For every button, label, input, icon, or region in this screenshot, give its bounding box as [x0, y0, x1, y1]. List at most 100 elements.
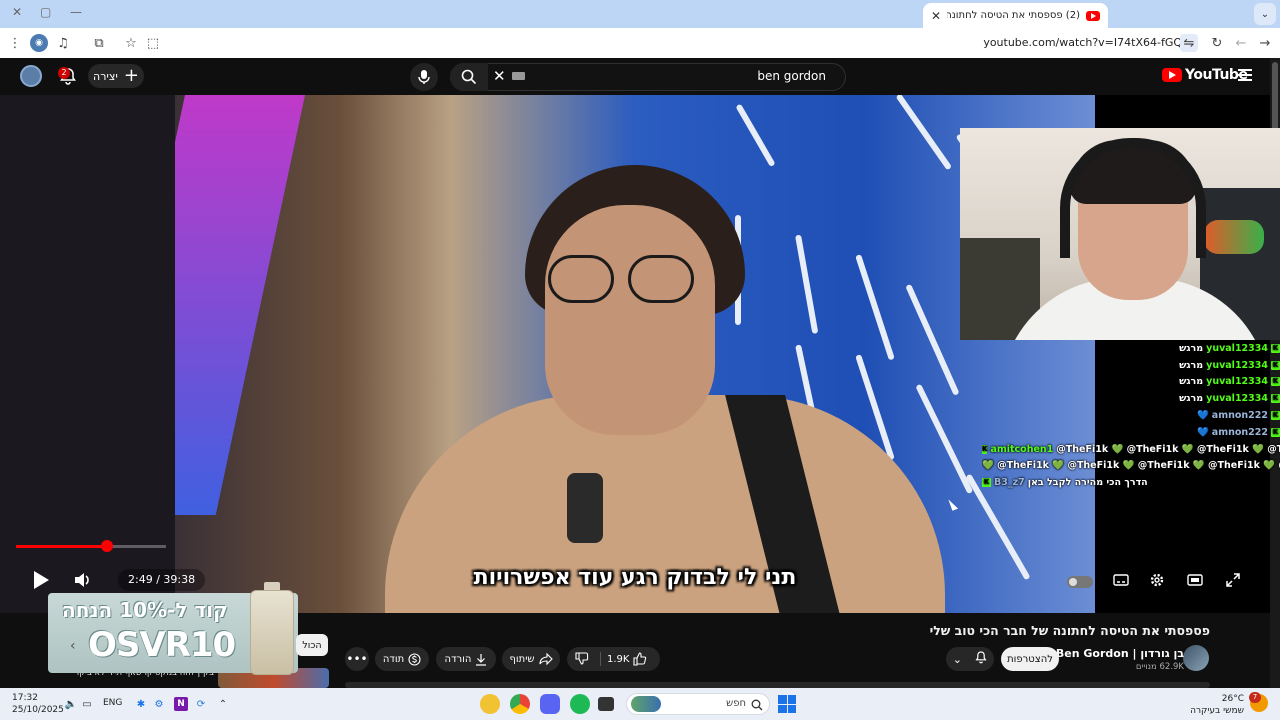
divider: [600, 652, 601, 666]
dislike-button[interactable]: [575, 651, 595, 667]
keyboard-icon[interactable]: [512, 72, 525, 80]
chat-text: הדרך הכי מהירה לקבל באן: [1027, 477, 1148, 489]
clear-search-icon[interactable]: ✕: [493, 67, 506, 85]
sync-tray-icon[interactable]: ⟳: [194, 697, 208, 711]
download-button[interactable]: הורדה: [436, 647, 496, 671]
plus-icon: +: [123, 65, 139, 86]
chat-text: @TheFi1k 💚 @TheFi1k 💚 @TheFi1k 💚 @TheFi1…: [1056, 443, 1280, 455]
back-arrow-icon[interactable]: →: [1256, 34, 1274, 52]
windows-start-icon[interactable]: [778, 695, 796, 713]
maximize-window-icon[interactable]: ▢: [40, 5, 51, 19]
subscribed-button[interactable]: ⌄: [946, 647, 994, 671]
perfume-bottle: [250, 590, 294, 675]
chat-text: מרגש: [1179, 376, 1204, 388]
voice-search-mic-icon[interactable]: [410, 63, 438, 91]
file-explorer-taskbar-icon[interactable]: [598, 697, 614, 711]
chat-message: Kyuval12334 מרגש: [982, 390, 1280, 407]
channel-name[interactable]: Ben Gordon | בן גורדון: [1056, 647, 1184, 660]
share-icon: [538, 653, 553, 665]
clock-date: 25/10/2025: [12, 705, 64, 715]
discord-taskbar-icon[interactable]: [540, 694, 560, 714]
kick-badge-icon: K: [1271, 427, 1280, 437]
widgets-badge: 7: [1249, 692, 1261, 703]
tab-close-icon[interactable]: ✕: [931, 9, 941, 23]
chat-message: Kyuval12334 מרגש: [982, 340, 1280, 357]
hamburger-menu-icon[interactable]: [1238, 69, 1252, 81]
youtube-header: 2 יצירה + ✕ ben gordon YouTube: [0, 58, 1270, 95]
taskbar-app-icon[interactable]: [480, 694, 500, 714]
bell-icon: [975, 651, 987, 667]
reload-icon[interactable]: ↻: [1208, 34, 1226, 52]
chat-text: מרגש: [1179, 393, 1204, 405]
volume-tray-icon[interactable]: 🔈: [64, 697, 78, 711]
chrome-taskbar-icon[interactable]: [510, 694, 530, 714]
video-frame[interactable]: [175, 95, 1095, 613]
chat-text: 💚 @TheFi1k 💚 @TheFi1k 💚 @TheFi1k 💚 @TheF…: [982, 460, 1280, 472]
profile-avatar-icon[interactable]: ◉: [30, 34, 48, 52]
more-actions-icon[interactable]: •••: [345, 647, 369, 671]
airport-sign: [175, 95, 305, 515]
weather-widget[interactable]: 26°C שמשי בעיקרה: [1190, 693, 1244, 717]
forward-arrow-icon[interactable]: ←: [1232, 34, 1250, 52]
thanks-button[interactable]: תודה: [375, 647, 429, 671]
install-app-icon[interactable]: ⬚: [144, 34, 162, 52]
video-player[interactable]: Kyuval12334 מרגש Kyuval12334 מרגש Kyuval12…: [0, 95, 1280, 613]
share-button[interactable]: שיתוף: [502, 647, 560, 671]
browser-toolbar: ⋮ ◉ ♫ ⧉ ☆ ⬚ youtube.com/watch?v=I74tX64-…: [0, 28, 1280, 58]
browser-menu-icon[interactable]: ⋮: [6, 34, 24, 52]
channel-avatar[interactable]: [1183, 645, 1209, 671]
kick-badge-icon: K: [1271, 411, 1280, 421]
close-window-icon[interactable]: ✕: [12, 5, 22, 19]
tab-youtube[interactable]: (2) פספסתי את הטיסה לחתונה ✕: [923, 3, 1108, 28]
taskbar-search-placeholder: חפש: [726, 698, 746, 709]
windows-taskbar: 17:32 25/10/2025 🔈 ▭ ENG ✱ ⚙ N ⟳ ⌃ חפש 2…: [0, 688, 1280, 720]
site-info-icon[interactable]: ⇋: [1180, 34, 1198, 52]
media-control-icon[interactable]: ♫: [54, 34, 72, 52]
kick-badge-icon: K: [1271, 343, 1280, 353]
bookmark-star-icon[interactable]: ☆: [122, 34, 140, 52]
taskbar-clock[interactable]: 17:32 25/10/2025: [12, 692, 64, 716]
autoplay-toggle[interactable]: [1067, 576, 1093, 588]
youtube-play-logo-icon: [1162, 68, 1182, 82]
youtube-logo[interactable]: YouTube: [1162, 67, 1248, 83]
minimize-window-icon[interactable]: —: [70, 5, 82, 19]
chevron-up-icon[interactable]: ⌃: [216, 697, 230, 711]
browser-tab-bar: ✕ ▢ — + (2) פספסתי את הטיסה לחתונה ✕ ⌄: [0, 0, 1280, 28]
filter-chip-all[interactable]: הכול: [296, 634, 328, 656]
spotify-taskbar-icon[interactable]: [570, 694, 590, 714]
tab-search-button[interactable]: ⌄: [1254, 3, 1276, 25]
taskbar-search-box[interactable]: [626, 693, 770, 715]
chat-username: amnon222: [1211, 410, 1268, 422]
settings-gear-icon[interactable]: [1148, 569, 1166, 591]
create-button[interactable]: יצירה +: [88, 64, 144, 88]
seek-bar-scrubber[interactable]: [100, 540, 113, 552]
glasses: [548, 255, 698, 303]
ceiling-pipe: [855, 254, 895, 361]
bluetooth-tray-icon[interactable]: ✱: [134, 697, 148, 711]
like-button[interactable]: 1.9K: [607, 647, 647, 671]
thanks-label: תודה: [382, 653, 405, 665]
network-tray-icon[interactable]: ▭: [80, 697, 94, 711]
volume-icon[interactable]: [72, 569, 94, 591]
share-label: שיתוף: [509, 653, 535, 665]
address-bar[interactable]: youtube.com/watch?v=I74tX64-fGQ: [983, 36, 1182, 49]
play-button[interactable]: [30, 569, 52, 591]
security-tray-icon[interactable]: ⚙: [152, 697, 166, 711]
join-button[interactable]: להצטרפות: [1001, 647, 1059, 671]
chat-text: מרגש: [1179, 359, 1204, 371]
weather-temperature: 26°C: [1221, 694, 1244, 704]
ceiling-pipe: [795, 234, 819, 335]
subtitles-icon[interactable]: [1112, 569, 1130, 591]
onenote-tray-icon[interactable]: N: [174, 697, 188, 711]
search-button[interactable]: [450, 63, 488, 91]
like-dislike-group: 1.9K: [567, 647, 660, 671]
input-language[interactable]: ENG: [103, 698, 122, 708]
weather-description: שמשי בעיקרה: [1190, 706, 1244, 716]
extensions-icon[interactable]: ⧉: [90, 34, 108, 52]
account-avatar[interactable]: [20, 65, 42, 87]
fullscreen-icon[interactable]: [1224, 569, 1242, 591]
lapel-mic: [567, 473, 603, 543]
chat-username: amitcohen1: [990, 443, 1054, 455]
chevron-down-icon: ⌄: [952, 652, 962, 666]
theater-mode-icon[interactable]: [1186, 569, 1204, 591]
